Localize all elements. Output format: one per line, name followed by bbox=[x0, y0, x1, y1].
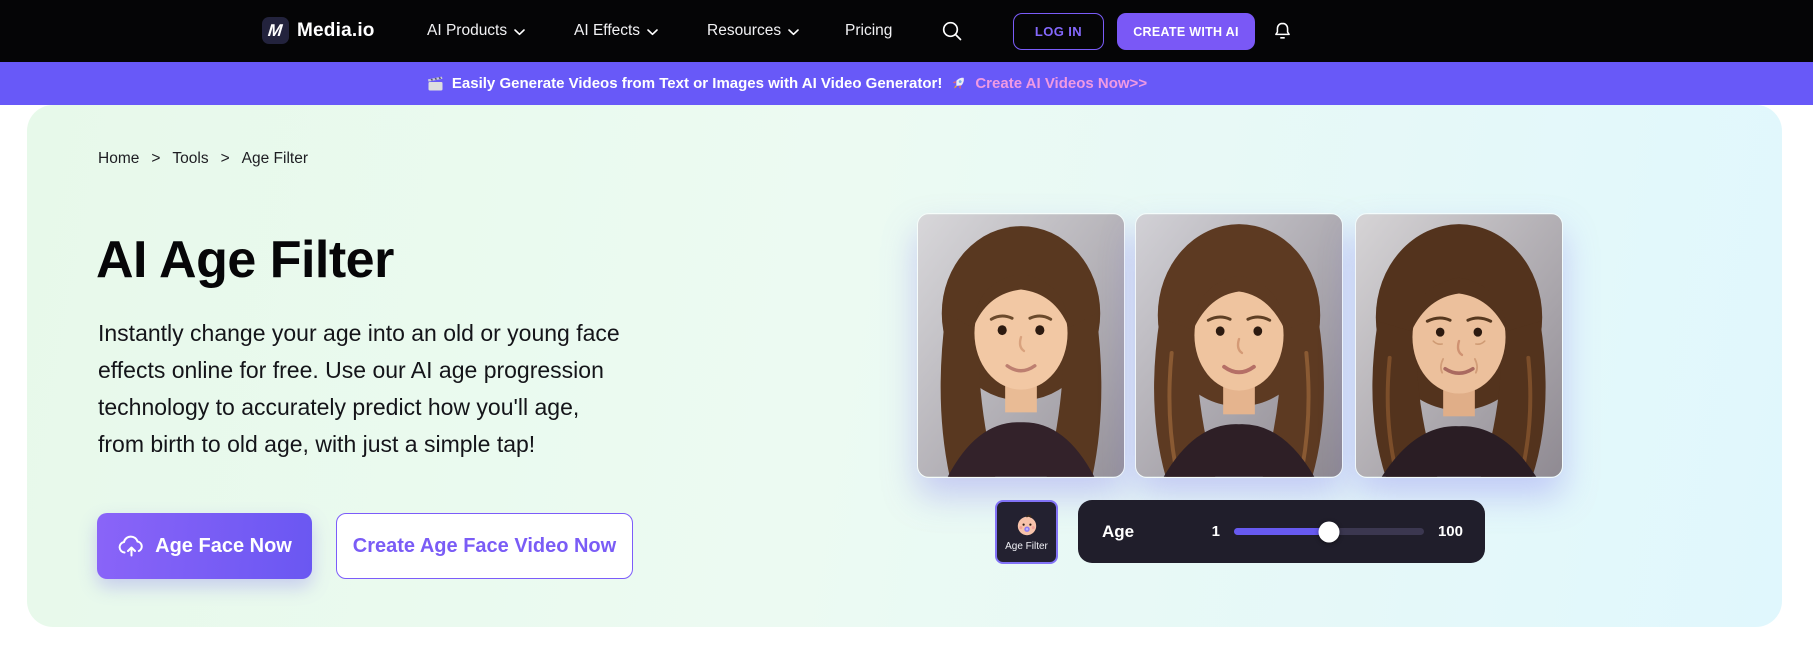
nav-item-pricing[interactable]: Pricing bbox=[845, 0, 892, 62]
navbar: M Media.io AI Products AI Effects Resour… bbox=[0, 0, 1813, 62]
age-slider-thumb[interactable] bbox=[1318, 521, 1340, 542]
nav-item-label: AI Products bbox=[427, 22, 508, 39]
logo-text[interactable]: Media.io bbox=[297, 0, 375, 62]
search-button[interactable] bbox=[940, 0, 964, 62]
chevron-down-icon bbox=[788, 28, 799, 35]
age-slider-panel: Age 1 100 bbox=[1078, 500, 1485, 563]
page-title: AI Age Filter bbox=[96, 231, 394, 289]
banner-link[interactable]: Create AI Videos Now>> bbox=[975, 75, 1147, 92]
nav-item-label: Resources bbox=[707, 22, 782, 39]
age-slider-fill bbox=[1233, 528, 1329, 535]
description-line: from birth to old age, with just a simpl… bbox=[98, 431, 536, 457]
face-image-young-adult bbox=[1135, 213, 1343, 478]
chevron-down-icon bbox=[647, 28, 658, 35]
nav-item-resources[interactable]: Resources bbox=[707, 0, 799, 62]
create-with-ai-button[interactable]: CREATE WITH AI bbox=[1117, 13, 1255, 50]
breadcrumb-separator: > bbox=[151, 150, 161, 167]
notifications-button[interactable] bbox=[1271, 0, 1294, 62]
bell-icon bbox=[1275, 22, 1290, 39]
description-line: Instantly change your age into an old or… bbox=[98, 320, 620, 346]
cloud-upload-icon bbox=[118, 535, 143, 557]
clapperboard-icon bbox=[427, 76, 443, 90]
hero-description: Instantly change your age into an old or… bbox=[98, 315, 620, 463]
page: M Media.io AI Products AI Effects Resour… bbox=[0, 0, 1813, 645]
search-icon bbox=[942, 21, 962, 41]
breadcrumb: Home > Tools > Age Filter bbox=[98, 150, 308, 168]
nav-item-ai-products[interactable]: AI Products bbox=[427, 0, 525, 62]
baby-face-icon bbox=[1017, 514, 1036, 536]
breadcrumb-tools[interactable]: Tools bbox=[172, 150, 208, 168]
nav-item-ai-effects[interactable]: AI Effects bbox=[574, 0, 658, 62]
login-button[interactable]: LOG IN bbox=[1013, 13, 1104, 50]
age-slider-min: 1 bbox=[1211, 523, 1220, 540]
create-age-face-video-button[interactable]: Create Age Face Video Now bbox=[336, 513, 633, 579]
age-face-now-label: Age Face Now bbox=[155, 534, 292, 557]
age-slider-track[interactable] bbox=[1233, 521, 1424, 542]
description-line: effects online for free. Use our AI age … bbox=[98, 357, 604, 383]
banner-message: Easily Generate Videos from Text or Imag… bbox=[451, 75, 943, 92]
breadcrumb-separator: > bbox=[220, 150, 230, 167]
filter-card-label: Age Filter bbox=[1005, 541, 1048, 552]
promo-banner: Easily Generate Videos from Text or Imag… bbox=[0, 62, 1813, 105]
breadcrumb-current: Age Filter bbox=[241, 150, 309, 167]
age-filter-thumbnail[interactable]: Age Filter bbox=[995, 500, 1058, 564]
nav-item-label: Pricing bbox=[845, 22, 893, 39]
nav-item-label: AI Effects bbox=[574, 22, 641, 39]
age-face-now-button[interactable]: Age Face Now bbox=[97, 513, 312, 579]
age-slider-max: 100 bbox=[1437, 523, 1463, 540]
face-image-older-adult bbox=[1355, 213, 1563, 478]
logo[interactable]: M bbox=[262, 17, 289, 44]
description-line: technology to accurately predict how you… bbox=[98, 394, 580, 420]
logo-mark-icon: M bbox=[267, 20, 284, 40]
breadcrumb-home[interactable]: Home bbox=[98, 150, 139, 168]
age-slider-label: Age bbox=[1102, 521, 1135, 541]
face-image-child bbox=[917, 213, 1125, 478]
chevron-down-icon bbox=[514, 28, 525, 35]
rocket-icon bbox=[952, 77, 965, 90]
